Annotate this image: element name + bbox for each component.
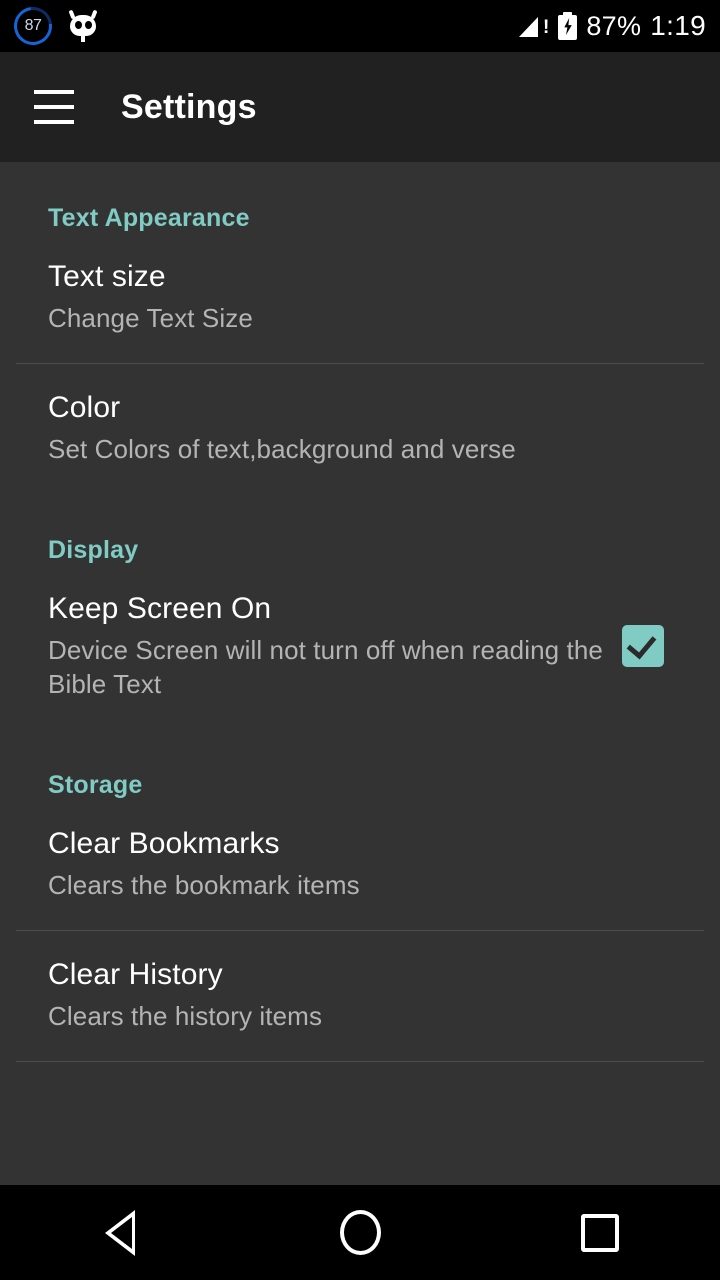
pref-clear-bookmarks[interactable]: Clear Bookmarks Clears the bookmark item…	[0, 800, 720, 930]
clock-label: 1:19	[650, 10, 706, 41]
device-screen: 87 ! 87% 1:19 Settings Text Appearance T…	[0, 0, 720, 1280]
android-navigation-bar	[0, 1185, 720, 1280]
pref-title: Text size	[48, 260, 166, 293]
list-divider	[16, 1061, 704, 1062]
pref-color[interactable]: Color Set Colors of text,background and …	[0, 364, 720, 494]
section-header-text-appearance: Text Appearance	[48, 204, 250, 232]
pref-title: Clear Bookmarks	[48, 827, 280, 860]
recents-square-icon	[581, 1213, 619, 1252]
section-header-storage: Storage	[48, 771, 143, 799]
pref-summary: Clears the history items	[48, 1001, 323, 1031]
battery-percent-label: 87%	[586, 10, 642, 41]
back-triangle-icon	[105, 1209, 135, 1256]
pref-clear-history[interactable]: Clear History Clears the history items	[0, 931, 720, 1061]
recents-nav-button[interactable]	[540, 1185, 660, 1280]
battery-ring-icon: 87	[6, 0, 60, 53]
signal-warning-icon: !	[519, 13, 549, 39]
battery-charging-icon	[558, 12, 578, 40]
home-nav-button[interactable]	[300, 1185, 420, 1280]
pref-summary: Device Screen will not turn off when rea…	[48, 635, 603, 699]
pref-title: Color	[48, 391, 121, 424]
settings-list[interactable]: Text Appearance Text size Change Text Si…	[0, 162, 720, 1185]
pref-text-size[interactable]: Text size Change Text Size	[0, 233, 720, 363]
pref-keep-screen-on[interactable]: Keep Screen On Device Screen will not tu…	[0, 565, 720, 729]
pref-summary: Clears the bookmark items	[48, 870, 360, 900]
pref-summary: Change Text Size	[48, 303, 253, 333]
status-bar-left-icons: 87	[0, 0, 100, 53]
pref-title: Keep Screen On	[48, 592, 272, 625]
back-nav-button[interactable]	[60, 1185, 180, 1280]
home-circle-icon	[339, 1210, 381, 1255]
checkmark-icon	[626, 628, 657, 660]
section-header-display: Display	[48, 536, 139, 564]
status-bar: 87 ! 87% 1:19	[0, 0, 720, 53]
pref-title: Clear History	[48, 958, 223, 991]
status-bar-right-icons: ! 87% 1:19	[519, 10, 720, 42]
pref-summary: Set Colors of text,background and verse	[48, 434, 516, 464]
hamburger-menu-icon[interactable]	[34, 90, 78, 124]
keep-screen-on-checkbox[interactable]	[622, 625, 664, 667]
app-bar: Settings	[0, 52, 720, 162]
battery-ring-value: 87	[24, 17, 42, 34]
cyanogenmod-icon	[66, 9, 100, 43]
page-title: Settings	[121, 87, 257, 126]
